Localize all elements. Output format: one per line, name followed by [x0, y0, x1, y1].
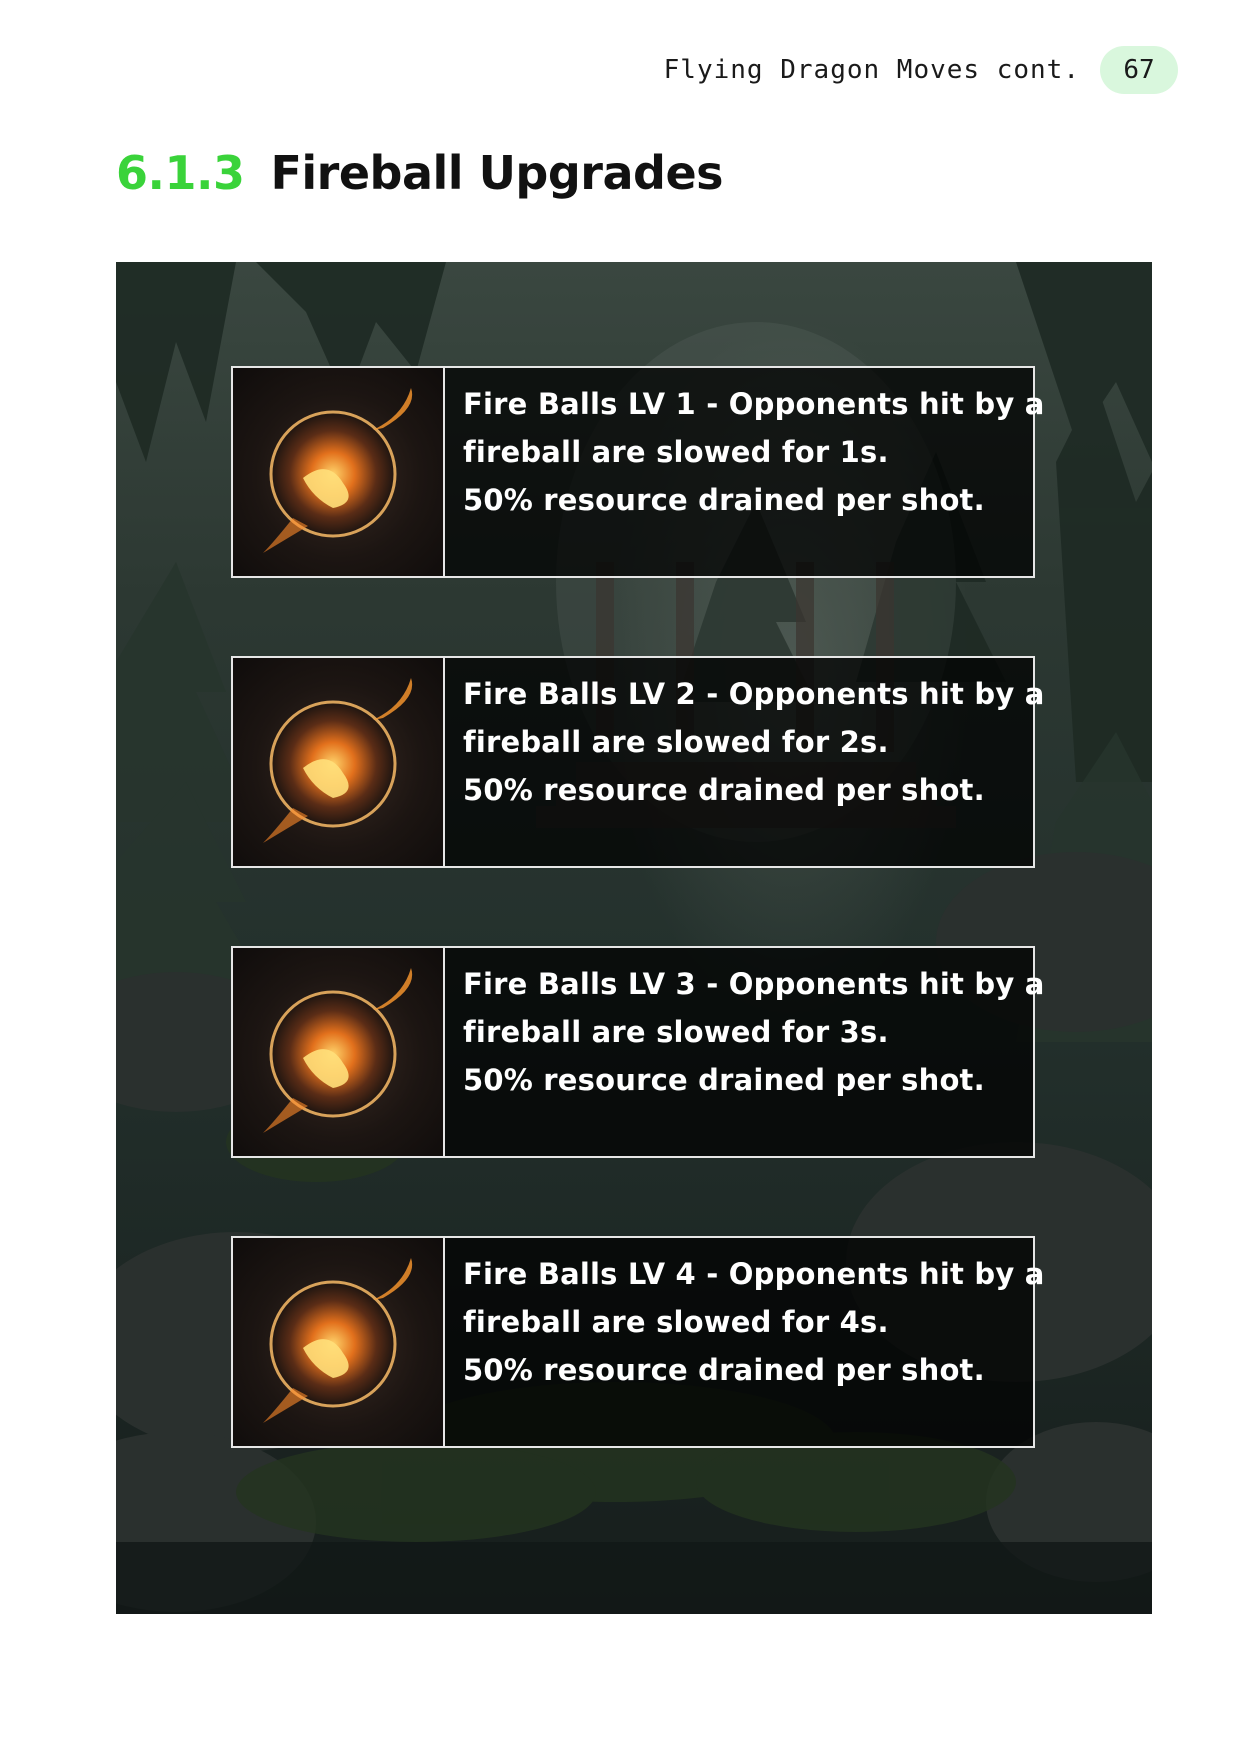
page-number-badge: 67 [1100, 46, 1178, 94]
fireball-icon [233, 948, 445, 1156]
section-number: 6.1.3 [116, 146, 245, 200]
upgrade-cost-line: 50% resource drained per shot. [463, 483, 985, 517]
upgrade-cost-line: 50% resource drained per shot. [463, 1353, 985, 1387]
upgrade-title-line: Fire Balls LV 3 - Opponents hit by a [463, 967, 1045, 1001]
upgrade-description: Fire Balls LV 3 - Opponents hit by a fir… [445, 948, 1055, 1156]
running-header: Flying Dragon Moves cont. 67 [664, 46, 1178, 94]
upgrade-description: Fire Balls LV 2 - Opponents hit by a fir… [445, 658, 1055, 866]
upgrade-title-line: Fire Balls LV 2 - Opponents hit by a [463, 677, 1045, 711]
upgrade-cost-line: 50% resource drained per shot. [463, 773, 985, 807]
section-heading: 6.1.3 Fireball Upgrades [116, 146, 724, 200]
fireball-icon [233, 368, 445, 576]
upgrade-description: Fire Balls LV 1 - Opponents hit by a fir… [445, 368, 1055, 576]
section-title: Fireball Upgrades [270, 146, 724, 200]
upgrade-title-line: Fire Balls LV 1 - Opponents hit by a [463, 387, 1045, 421]
upgrade-card-lv2: Fire Balls LV 2 - Opponents hit by a fir… [231, 656, 1044, 868]
upgrade-card-lv3: Fire Balls LV 3 - Opponents hit by a fir… [231, 946, 1044, 1158]
upgrade-effect-line: fireball are slowed for 3s. [463, 1015, 889, 1049]
upgrade-card-lv1: Fire Balls LV 1 - Opponents hit by a fir… [231, 366, 1044, 578]
upgrade-title-line: Fire Balls LV 4 - Opponents hit by a [463, 1257, 1045, 1291]
upgrade-effect-line: fireball are slowed for 1s. [463, 435, 889, 469]
upgrade-description: Fire Balls LV 4 - Opponents hit by a fir… [445, 1238, 1055, 1446]
fireball-icon [233, 658, 445, 866]
upgrade-effect-line: fireball are slowed for 2s. [463, 725, 889, 759]
running-title: Flying Dragon Moves cont. [663, 55, 1080, 85]
fireball-icon [233, 1238, 445, 1446]
upgrade-cost-line: 50% resource drained per shot. [463, 1063, 985, 1097]
upgrade-card-lv4: Fire Balls LV 4 - Opponents hit by a fir… [231, 1236, 1044, 1448]
upgrade-effect-line: fireball are slowed for 4s. [463, 1305, 889, 1339]
forest-scene-illustration: Fire Balls LV 1 - Opponents hit by a fir… [116, 262, 1152, 1614]
